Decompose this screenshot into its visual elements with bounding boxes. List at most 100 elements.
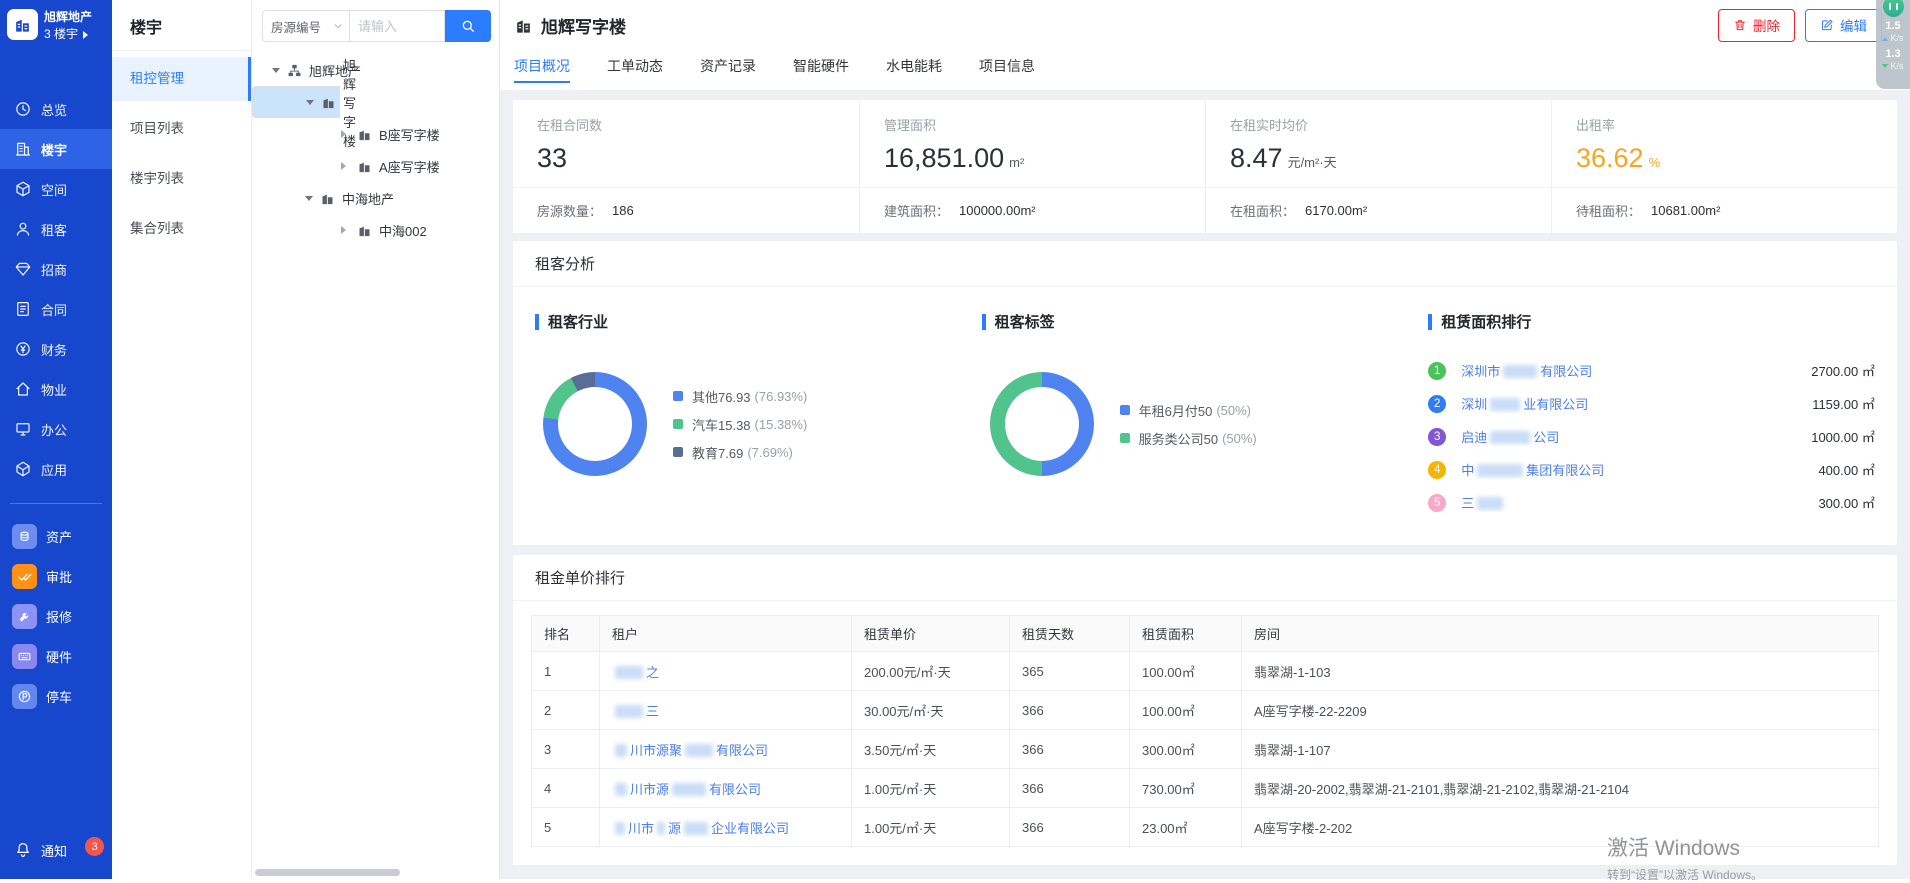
section-bar (982, 314, 986, 330)
sidebar-app-hardware[interactable]: 硬件 (0, 636, 112, 676)
tenant-link[interactable]: 川市源企业有限公司 (612, 821, 789, 836)
tree-caret-collapsed-icon[interactable] (341, 226, 350, 234)
legend-item[interactable]: 服务类公司50(50%) (1120, 429, 1257, 448)
delete-button[interactable]: 删除 (1718, 9, 1795, 42)
cube-icon (14, 180, 32, 198)
rank-area-value: 400.00 ㎡ (1818, 460, 1874, 479)
tree-node-tower-a[interactable]: A座写字楼 (252, 150, 499, 182)
sidebar-item-label: 合同 (41, 300, 67, 319)
sidebar-app-repair[interactable]: 报修 (0, 596, 112, 636)
company-link[interactable]: 中集团有限公司 (1461, 460, 1818, 479)
search-button[interactable] (445, 10, 491, 42)
sidebar-item-tenants[interactable]: 租客 (0, 209, 112, 249)
project-header: 旭辉写字楼 删除 编辑 项目概况 工单动态 资产记录 智能硬件 水电能耗 项目信… (500, 0, 1910, 90)
sidebar-app-parking[interactable]: 停车 (0, 676, 112, 716)
cell-price: 3.50元/㎡·天 (852, 730, 1010, 769)
download-speed: 1.3 (1885, 48, 1900, 61)
notifications-button[interactable]: 通知 3 (0, 831, 112, 879)
tree-node-root-org[interactable]: 旭辉地产 (252, 54, 499, 86)
tenant-link[interactable]: 川市源有限公司 (612, 782, 761, 797)
scrollbar-thumb[interactable] (255, 869, 400, 876)
tree-node-zhonghai[interactable]: 中海地产 (252, 182, 499, 214)
tree-node-label: B座写字楼 (379, 125, 440, 144)
tab-project-info[interactable]: 项目信息 (979, 50, 1035, 90)
apps-icon (14, 460, 32, 478)
legend-item[interactable]: 其他76.93(76.93%) (673, 387, 807, 406)
sidebar-app-label: 停车 (46, 687, 72, 706)
legend-item[interactable]: 年租6月付50(50%) (1120, 401, 1257, 420)
sidebar-item-overview[interactable]: 总览 (0, 89, 112, 129)
tree-search-input[interactable] (350, 10, 445, 42)
sidebar-item-finance[interactable]: 财务 (0, 329, 112, 369)
tree-node-zhonghai-002[interactable]: 中海002 (252, 214, 499, 246)
org-switcher[interactable]: 旭辉地产 3 楼宇 (0, 0, 112, 53)
tenant-link[interactable]: 川市源聚有限公司 (612, 743, 768, 758)
cell-price: 200.00元/㎡·天 (852, 652, 1010, 691)
tree-caret-collapsed-icon[interactable] (341, 130, 350, 138)
tree-search-bar: 房源编号 (262, 10, 491, 42)
tenant-link[interactable]: 三 (612, 704, 659, 719)
tree-node-xuhui-office[interactable]: 旭辉写字楼 (252, 86, 340, 118)
sidebar-app-approval[interactable]: 审批 (0, 556, 112, 596)
tree-caret-expanded-icon[interactable] (272, 68, 280, 77)
sidebar-app-assets[interactable]: 资产 (0, 516, 112, 556)
cell-days: 366 (1010, 769, 1130, 808)
stat-active-contracts: 在租合同数 33 (513, 100, 859, 188)
sidebar-item-office[interactable]: 办公 (0, 409, 112, 449)
legend-item[interactable]: 汽车15.38(15.38%) (673, 415, 807, 434)
search-icon (460, 18, 476, 34)
tab-smart-hardware[interactable]: 智能硬件 (793, 50, 849, 90)
sidebar-item-apps[interactable]: 应用 (0, 449, 112, 489)
sidebar-item-property[interactable]: 物业 (0, 369, 112, 409)
stat-managed-area: 管理面积 16,851.00m² (859, 100, 1205, 188)
cell-rank: 4 (532, 769, 600, 808)
company-link[interactable]: 深圳业有限公司 (1461, 394, 1812, 413)
net-speed-widget[interactable]: 1.5 K/s 1.3 K/s (1876, 0, 1910, 89)
project-building-icon (514, 16, 533, 35)
building-icon (357, 159, 372, 174)
notifications-label: 通知 (41, 841, 67, 860)
tree-caret-collapsed-icon[interactable] (341, 162, 350, 170)
kpi-stats-card: 在租合同数 33 管理面积 16,851.00m² 在租实时均价 8.47元/m… (513, 100, 1897, 233)
company-link[interactable]: 深圳市有限公司 (1461, 361, 1811, 380)
submenu-item-rent-control[interactable]: 租控管理 (112, 57, 251, 101)
legend-item[interactable]: 教育7.69(7.69%) (673, 443, 807, 462)
rank-badge: 5 (1428, 494, 1446, 512)
tab-utilities[interactable]: 水电能耗 (886, 50, 942, 90)
search-type-select[interactable]: 房源编号 (262, 10, 350, 42)
rank-badge: 4 (1428, 461, 1446, 479)
ranking-row: 1 深圳市有限公司 2700.00 ㎡ (1428, 354, 1875, 387)
tab-work-orders[interactable]: 工单动态 (607, 50, 663, 90)
tenant-link[interactable]: 之 (612, 665, 659, 680)
sidebar-item-leasing[interactable]: 招商 (0, 249, 112, 289)
tab-asset-records[interactable]: 资产记录 (700, 50, 756, 90)
tab-project-overview[interactable]: 项目概况 (514, 50, 570, 90)
sidebar-app-shortcuts: 资产 审批 报修 硬件 停车 (0, 516, 112, 716)
tree-caret-expanded-icon[interactable] (305, 196, 313, 205)
sidebar-item-contracts[interactable]: 合同 (0, 289, 112, 329)
col-rooms: 房间 (1242, 616, 1879, 652)
stat-room-count: 房源数量：186 (513, 188, 859, 233)
sidebar-item-space[interactable]: 空间 (0, 169, 112, 209)
company-link[interactable]: 启迪公司 (1461, 427, 1811, 446)
brand-org: 旭辉地产 (44, 9, 92, 26)
rank-area-value: 1159.00 ㎡ (1812, 394, 1875, 413)
edit-button[interactable]: 编辑 (1805, 9, 1882, 42)
submenu-item-building-list[interactable]: 楼宇列表 (112, 157, 251, 201)
sidebar-item-buildings[interactable]: 楼宇 (0, 129, 112, 169)
building-icon (14, 140, 32, 158)
tree-caret-expanded-icon[interactable] (306, 100, 314, 109)
table-row: 1 之 200.00元/㎡·天 365 100.00㎡ 翡翠湖-1-103 (532, 652, 1879, 691)
tree-node-tower-b[interactable]: B座写字楼 (252, 118, 499, 150)
cell-area: 300.00㎡ (1130, 730, 1242, 769)
sidebar-app-label: 报修 (46, 607, 72, 626)
monitor-icon (14, 420, 32, 438)
sidebar-item-label: 空间 (41, 180, 67, 199)
lease-area-ranking-list: 1 深圳市有限公司 2700.00 ㎡ 2 深圳业有限公司 1159.00 ㎡ … (1428, 354, 1875, 519)
brand-building-count: 3 楼宇 (44, 26, 78, 43)
submenu-item-project-list[interactable]: 项目列表 (112, 107, 251, 151)
lease-area-ranking-section: 租赁面积排行 1 深圳市有限公司 2700.00 ㎡ 2 深圳业有限公司 115… (1428, 311, 1875, 519)
company-link[interactable]: 三 (1461, 493, 1818, 512)
submenu-item-collection-list[interactable]: 集合列表 (112, 207, 251, 251)
stat-value: 16,851.00 (884, 143, 1004, 173)
